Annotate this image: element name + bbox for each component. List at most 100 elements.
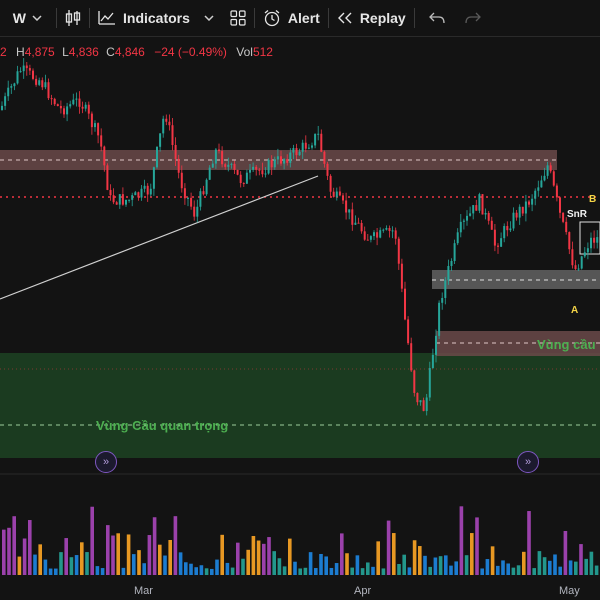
toolbar-divider [327,8,329,28]
candle-body [307,147,310,149]
candle-body [447,265,450,281]
indicators-button[interactable]: Indicators [98,0,190,36]
candle-body [574,265,577,270]
candle-body [174,144,177,159]
candle-body [109,189,112,196]
candle-body [509,228,512,231]
volume-bar [340,533,344,575]
jump-button[interactable]: » [517,451,539,473]
volume-bar [386,520,391,575]
volume-bar [152,517,157,575]
volume-bar [433,557,438,575]
volume-bar [522,551,526,575]
candle-body [543,175,546,181]
volume-bar [230,567,235,575]
candle-body [183,188,186,199]
volume-bar [366,562,370,575]
volume-bar [480,568,484,575]
volume-bar [262,543,266,575]
candle-body [162,118,165,134]
price-chart[interactable] [0,37,600,600]
candle-body [385,228,388,230]
indicators-dropdown[interactable] [204,0,214,36]
volume-bar [43,559,48,575]
volume-bar [527,511,531,575]
candle-body [94,123,96,128]
volume-bar [38,544,42,575]
chart-type-button[interactable] [65,0,81,36]
undo-icon [428,12,445,24]
candle-body [422,400,425,412]
candle-body [255,166,258,170]
candle-body [590,237,592,249]
volume-bar [204,568,209,575]
candle-body [348,209,351,213]
candle-body [267,159,270,174]
jump-button[interactable]: » [95,451,117,473]
candle-body [177,158,180,173]
volume-bar [511,567,516,575]
candle-body [16,71,19,84]
candle-body [490,220,493,230]
candle-body [143,185,146,189]
top-toolbar: W Indicators Alert Replay [0,0,600,37]
volume-bar [334,563,339,575]
toolbar-divider [253,8,255,28]
candle-body [301,142,304,152]
candle-body [428,368,431,398]
indicators-icon [98,11,115,25]
interval-label: W [12,10,26,26]
candle-body [100,135,103,147]
candle-body [373,232,375,237]
volume-bar [553,554,557,575]
candle-body [75,98,78,100]
candle-body [537,187,540,191]
volume-bar [251,536,256,575]
undo-button[interactable] [428,0,445,36]
interval-dropdown[interactable] [26,0,48,36]
volume-bar [2,529,6,575]
candle-body [118,194,121,205]
volume-bar [106,525,110,575]
redo-button[interactable] [465,0,481,36]
candle-body [63,108,65,115]
volume-bar [350,567,354,575]
candle-body [329,175,332,192]
candle-body [270,159,273,168]
candle-body [431,354,434,369]
candle-body [391,230,394,232]
candle-body [555,185,558,198]
volume-layer [2,506,599,575]
trend-line [0,175,319,300]
candle-body [159,133,162,147]
candle-body [580,256,583,269]
candle-body [493,229,496,246]
volume-bar [345,553,349,575]
volume-bar [59,552,63,575]
candle-body [22,65,25,72]
volume-bar [563,530,568,575]
volume-bar [594,565,599,575]
layouts-button[interactable] [230,0,246,36]
candle-body [103,146,106,166]
volume-bar [163,555,167,575]
candle-body [218,149,220,152]
volume-bar [246,549,250,575]
candle-body [338,191,341,196]
candle-body [171,125,174,145]
volume-bar [147,535,152,575]
volume-bar [282,566,287,575]
candle-body [586,248,589,253]
interval-button[interactable]: W [0,0,26,36]
alert-button[interactable]: Alert [263,0,320,36]
volume-bar [277,558,282,575]
candle-body [515,212,518,218]
volume-bar [532,568,536,575]
volume-bar [158,544,162,575]
candle-body [140,188,143,198]
replay-button[interactable]: Replay [337,0,406,36]
volume-bar [412,540,417,575]
key-demand-zone-label: Vùng Cầu quan trọng [96,418,229,433]
volume-bar [22,538,27,575]
volume-bar [90,506,94,575]
